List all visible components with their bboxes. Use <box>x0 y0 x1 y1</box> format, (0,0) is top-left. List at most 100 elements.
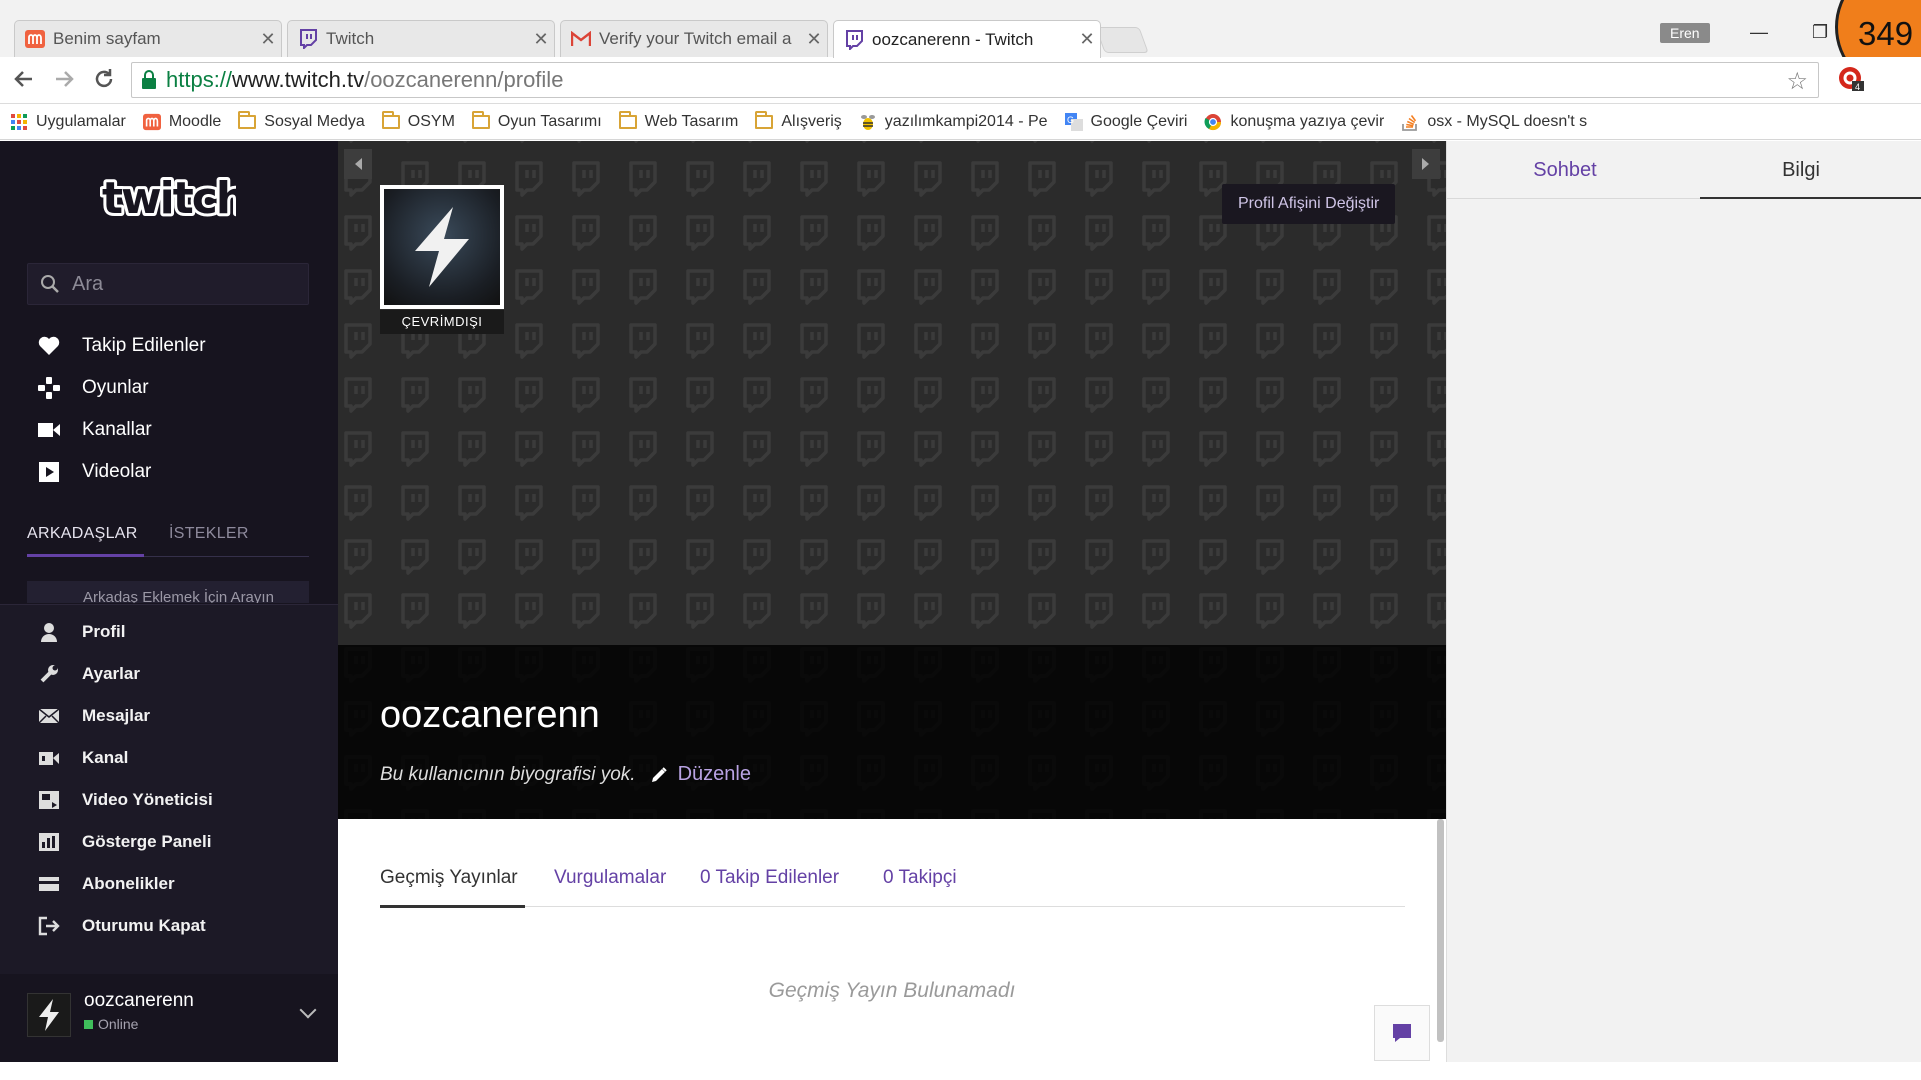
browser-tab-verify-email[interactable]: Verify your Twitch email a ✕ <box>560 20 828 57</box>
folder-icon <box>755 110 774 130</box>
close-icon[interactable]: ✕ <box>255 29 281 50</box>
bookmark-konusma[interactable]: konuşma yazıya çevir <box>1204 113 1384 131</box>
lock-icon <box>132 70 166 90</box>
bookmark-star-icon[interactable]: ☆ <box>1786 67 1808 96</box>
bookmark-folder-alisveris[interactable]: Alışveriş <box>755 110 842 131</box>
heart-icon <box>36 334 62 358</box>
twitch-icon <box>298 29 318 49</box>
stackoverflow-icon <box>1401 114 1419 131</box>
profile-banner: ÇEVRİMDIŞI Profil Afişini Değiştir oozca… <box>338 141 1446 819</box>
browser-tab-benim-sayfam[interactable]: Benim sayfam ✕ <box>14 20 282 57</box>
menu-item-profile[interactable]: Profil <box>36 621 125 643</box>
svg-text:twitch: twitch <box>102 173 236 223</box>
menu-item-video-manager[interactable]: Video Yöneticisi <box>36 789 213 811</box>
search-input[interactable] <box>72 272 292 296</box>
forward-icon[interactable] <box>52 67 76 98</box>
url-text: https://www.twitch.tv/oozcanerenn/profil… <box>166 67 564 92</box>
sidebar-username: oozcanerenn <box>84 990 194 1011</box>
profile-avatar[interactable] <box>380 185 504 309</box>
tab-title: oozcanerenn - Twitch <box>872 29 1034 49</box>
folder-icon <box>618 110 637 130</box>
avatar <box>27 993 71 1037</box>
sidebar-item-channels[interactable]: Kanallar <box>36 418 152 442</box>
twitch-icon <box>844 29 864 50</box>
card-icon <box>36 873 62 895</box>
active-tab-indicator <box>380 905 525 908</box>
tab-past-broadcasts[interactable]: Geçmiş Yayınlar <box>380 867 518 889</box>
bookmark-folder-osym[interactable]: OSYM <box>381 110 455 131</box>
gmail-icon <box>571 29 591 49</box>
user-footer[interactable]: oozcanerenn Online <box>0 974 338 1062</box>
bio-text: Bu kullanıcının biyografisi yok. <box>380 763 636 785</box>
bookmark-apps[interactable]: Uygulamalar <box>10 113 126 131</box>
banner-next-arrow[interactable] <box>1412 149 1440 179</box>
change-banner-button[interactable]: Profil Afişini Değiştir <box>1222 184 1396 224</box>
browser-tab-twitch[interactable]: Twitch ✕ <box>287 20 555 57</box>
friends-tabs: ARKADAŞLAR İSTEKLER <box>27 525 309 557</box>
folder-icon <box>471 110 490 130</box>
close-icon[interactable]: ✕ <box>1074 29 1100 50</box>
menu-item-messages[interactable]: Mesajlar <box>36 705 150 727</box>
tab-highlights[interactable]: Vurgulamalar <box>554 867 666 889</box>
chevron-down-icon[interactable] <box>299 1001 317 1019</box>
browser-toolbar: https://www.twitch.tv/oozcanerenn/profil… <box>0 57 1921 104</box>
browser-profile-badge[interactable]: Eren <box>1660 23 1710 43</box>
adblock-extension-icon[interactable]: 4 <box>1838 66 1864 92</box>
folder-icon <box>238 110 257 130</box>
menu-item-channel[interactable]: Kanal <box>36 747 128 769</box>
bee-icon <box>859 114 877 130</box>
camera-icon <box>36 418 62 442</box>
menu-item-settings[interactable]: Ayarlar <box>36 663 140 685</box>
twitch-sidebar: twitch twitch Takip Edilenler Oyunlar Ka… <box>0 141 338 1062</box>
search-box[interactable] <box>27 263 309 305</box>
user-icon <box>36 621 62 643</box>
menu-item-logout[interactable]: Oturumu Kapat <box>36 915 206 937</box>
moodle-icon <box>25 29 45 49</box>
close-icon[interactable]: ✕ <box>801 29 827 50</box>
dashboard-icon <box>36 831 62 853</box>
bookmark-osx-mysql[interactable]: osx - MySQL doesn't s <box>1401 113 1587 131</box>
chat-toggle-button[interactable] <box>1374 1005 1430 1061</box>
restore-icon[interactable]: ❐ <box>1812 22 1828 43</box>
edit-bio-link[interactable]: Düzenle <box>678 763 751 786</box>
sidebar-item-games[interactable]: Oyunlar <box>36 376 149 400</box>
sidebar-item-following[interactable]: Takip Edilenler <box>36 334 206 358</box>
tab-following[interactable]: 0 Takip Edilenler <box>700 867 839 889</box>
close-icon[interactable]: ✕ <box>528 29 554 50</box>
tab-title: Twitch <box>326 29 375 48</box>
bookmark-google-ceviri[interactable]: G Google Çeviri <box>1064 112 1187 131</box>
pencil-icon[interactable] <box>650 766 668 784</box>
menu-item-subscriptions[interactable]: Abonelikler <box>36 873 175 895</box>
menu-item-dashboard[interactable]: Gösterge Paneli <box>36 831 211 853</box>
back-icon[interactable] <box>12 67 36 98</box>
address-bar[interactable]: https://www.twitch.tv/oozcanerenn/profil… <box>131 62 1819 98</box>
profile-info-bar: oozcanerenn Bu kullanıcının biyografisi … <box>338 645 1446 819</box>
tab-requests[interactable]: İSTEKLER <box>169 525 249 543</box>
minimize-icon[interactable]: — <box>1750 22 1768 43</box>
chat-bubble-icon <box>1393 1024 1411 1042</box>
bookmark-folder-web-tasarim[interactable]: Web Tasarım <box>618 110 738 131</box>
banner-prev-arrow[interactable] <box>344 149 372 179</box>
bookmark-moodle[interactable]: Moodle <box>142 113 221 131</box>
tab-followers[interactable]: 0 Takipçi <box>883 867 957 889</box>
moodle-icon <box>142 113 161 130</box>
tab-title: Benim sayfam <box>53 29 161 48</box>
new-tab-button[interactable] <box>1095 27 1149 53</box>
logout-icon <box>36 915 62 937</box>
svg-text:G: G <box>1067 115 1074 125</box>
twitch-logo[interactable]: twitch twitch <box>99 170 250 227</box>
empty-state-message: Geçmiş Yayın Bulunamadı <box>768 979 1016 1002</box>
tab-friends[interactable]: ARKADAŞLAR <box>27 525 138 543</box>
friend-search-input[interactable]: Arkadaş Eklemek İçin Arayın <box>27 581 309 603</box>
bookmark-folder-oyun-tasarimi[interactable]: Oyun Tasarımı <box>471 110 602 131</box>
browser-tab-profile[interactable]: oozcanerenn - Twitch ✕ <box>833 20 1101 58</box>
tab-info[interactable]: Bilgi <box>1683 159 1919 182</box>
reload-icon[interactable] <box>92 67 116 98</box>
bookmark-yazilimkampi[interactable]: yazılımkampi2014 - Pe <box>859 113 1048 131</box>
sidebar-item-videos[interactable]: Videolar <box>36 460 151 484</box>
tab-chat[interactable]: Sohbet <box>1447 159 1683 182</box>
bookmark-folder-sosyal-medya[interactable]: Sosyal Medya <box>238 110 365 131</box>
gamepad-icon <box>36 376 62 400</box>
main-scrollbar[interactable] <box>1437 819 1444 1042</box>
profile-tabs: Geçmiş Yayınlar Vurgulamalar 0 Takip Edi… <box>380 867 1405 908</box>
